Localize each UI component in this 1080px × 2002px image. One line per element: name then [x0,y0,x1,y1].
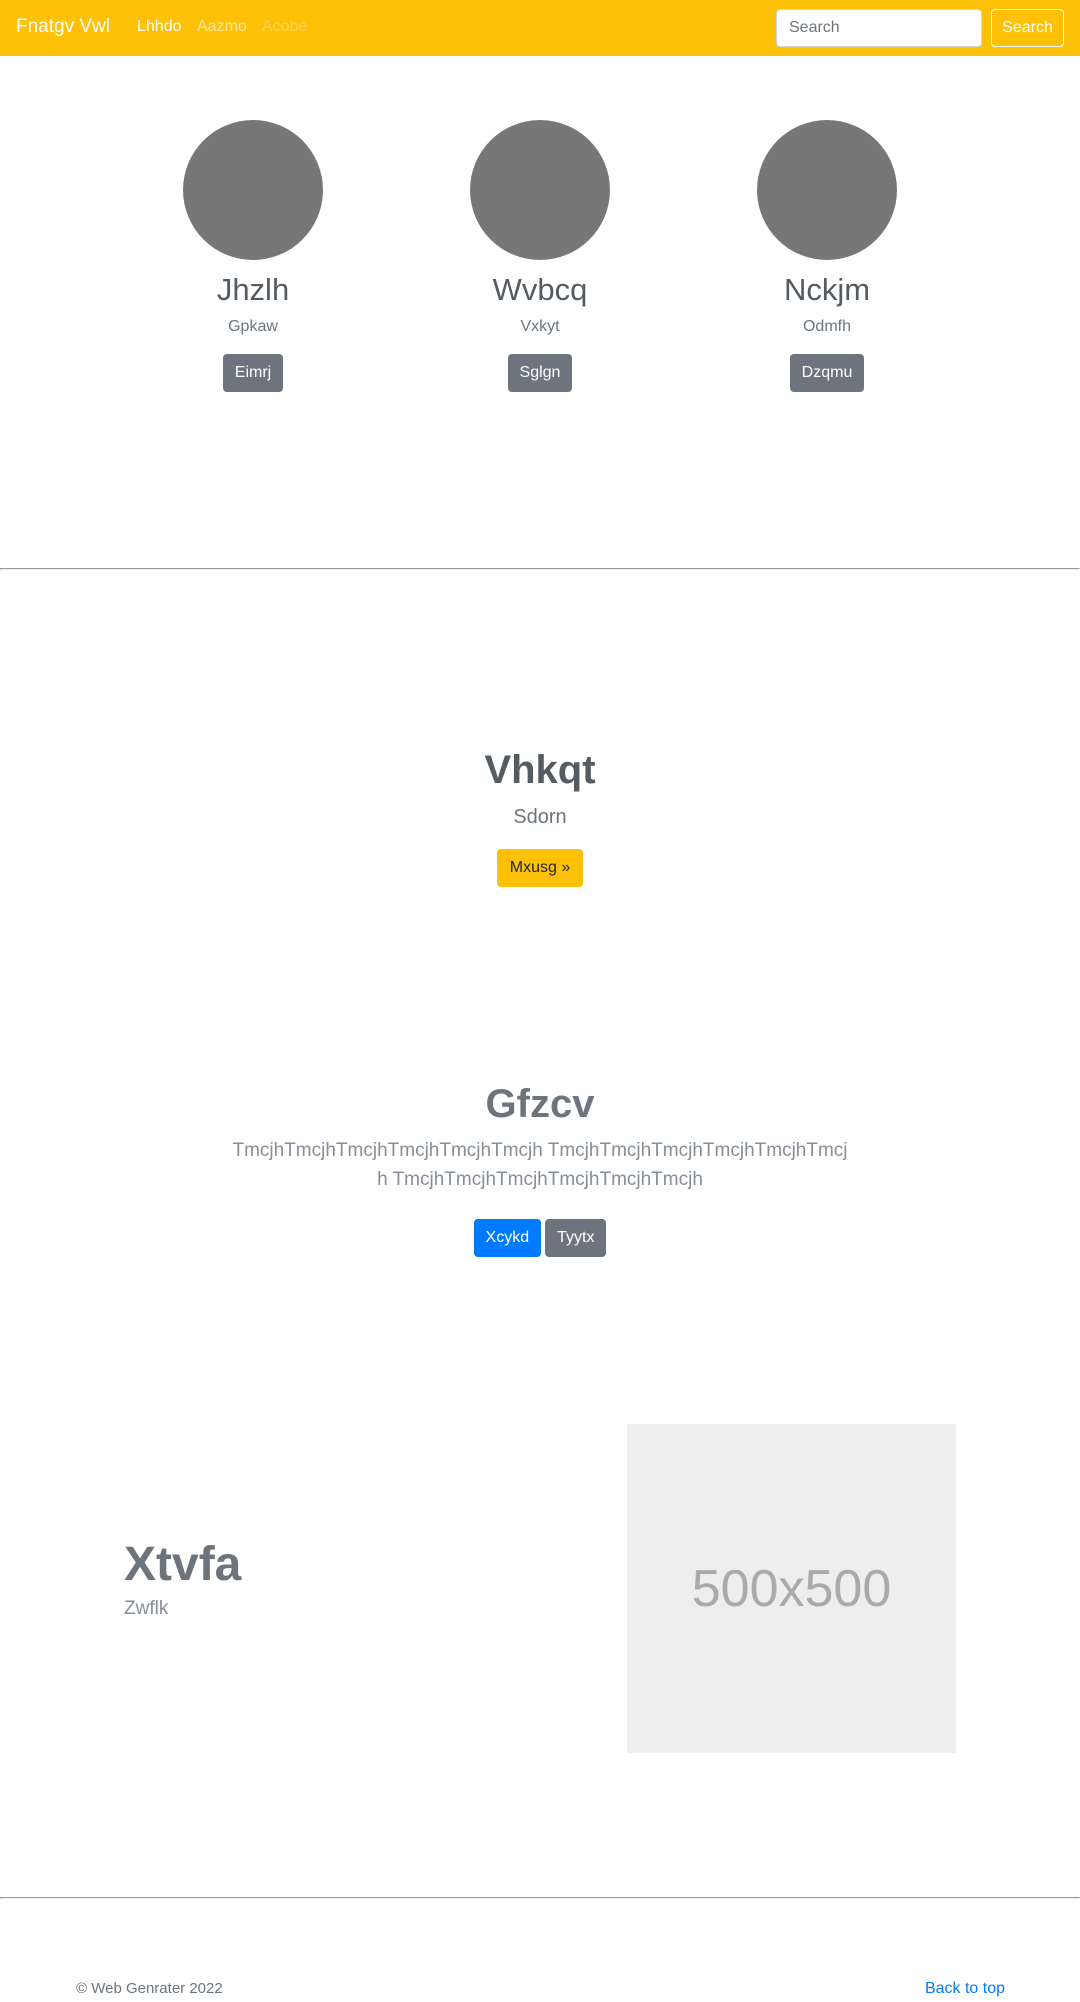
nav-link-aazmo[interactable]: Aazmo [197,18,247,36]
placeholder-image: 500x500 [627,1424,956,1753]
search-input[interactable] [776,9,982,47]
member-role: Gpkaw [228,318,278,335]
member-name: Jhzlh [216,272,290,307]
member-role: Vxkyt [520,318,560,335]
primary-button[interactable]: Xcykd [473,1219,542,1257]
member-action-button[interactable]: Dzqmu [789,354,865,392]
member-name: Nckjm [783,272,871,307]
image-size-label: 500x500 [691,1559,892,1618]
top-navbar: Fnatgv Vwl Lhhdo Aazmo Acobe Search [0,0,1080,56]
feature-button-group: Xcykd Tyytx [0,1219,1080,1257]
nav-link-acobe: Acobe [262,18,308,35]
avatar [470,120,610,260]
copyright-text: © Web Genrater 2022 [76,1980,223,1997]
hero-title: Vhkqt [484,748,596,792]
team-member-card: Nckjm Odmfh Dzqmu [717,120,937,392]
showcase-title: Xtvfa [124,1538,242,1591]
hero-button[interactable]: Mxusg » [497,849,583,887]
team-member-card: Wvbcq Vxkyt Sglgn [430,120,650,392]
member-action-button[interactable]: Eimrj [222,354,284,392]
hero-subtitle: Sdorn [513,806,567,828]
feature-title: Gfzcv [485,1082,595,1126]
search-button[interactable]: Search [991,9,1064,47]
feature-text: TmcjhTmcjhTmcjhTmcjhTmcjhTmcjh TmcjhTmcj… [232,1140,848,1190]
secondary-button[interactable]: Tyytx [545,1219,607,1257]
member-name: Wvbcq [492,272,588,307]
footer: © Web Genrater 2022 Back to top [0,1899,1080,2002]
showcase-subtitle: Zwflk [124,1598,169,1619]
back-to-top-link[interactable]: Back to top [925,1980,1005,1998]
avatar [183,120,323,260]
team-member-card: Jhzlh Gpkaw Eimrj [143,120,363,392]
team-section: Jhzlh Gpkaw Eimrj Wvbcq Vxkyt Sglgn Nckj… [0,56,1080,568]
nav-link-lhhdo[interactable]: Lhhdo [137,18,182,36]
main-content: Vhkqt Sdorn Mxusg » Gfzcv TmcjhTmcjhTmcj… [0,570,1080,1897]
member-action-button[interactable]: Sglgn [507,354,573,392]
member-role: Odmfh [802,318,851,335]
brand-logo[interactable]: Fnatgv Vwl [16,16,110,38]
avatar [757,120,897,260]
